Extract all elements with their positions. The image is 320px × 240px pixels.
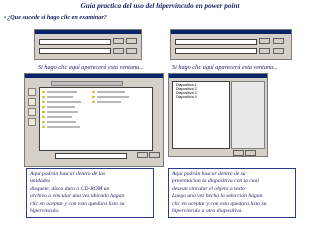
browse-button[interactable] <box>113 38 124 44</box>
folder-icon <box>42 111 45 113</box>
file-browser-dialog <box>24 73 164 167</box>
lookin-dropdown[interactable] <box>51 81 123 86</box>
slide-picker-dialog: Diapositiva 1 Diapositiva 2 Diapositiva … <box>168 73 268 157</box>
cancel-button[interactable] <box>126 48 137 54</box>
left-description-box: Aquí podrán buscar dentro de las unidade… <box>26 168 154 218</box>
description-line: clic en aceptar y con esto quedara listo… <box>30 200 125 207</box>
favorites-icon[interactable] <box>28 118 36 126</box>
folder-icon <box>42 101 45 103</box>
description-line: unidades <box>30 178 51 185</box>
description-line: Aquí podrán buscar dentro de las <box>30 171 106 177</box>
ok-button[interactable] <box>233 150 244 156</box>
bullet-icon: ▪ <box>4 14 7 21</box>
cancel-button[interactable] <box>245 150 256 156</box>
address-field[interactable] <box>39 39 111 45</box>
description-line: archivo a vincular una vez ubicado hagan <box>30 193 125 200</box>
slide-list[interactable]: Diapositiva 1 Diapositiva 2 Diapositiva … <box>172 81 230 149</box>
question-label: ¿Que sucede si hago clic en examinar? <box>7 14 107 21</box>
slide-preview <box>231 81 265 149</box>
history-icon[interactable] <box>28 88 36 96</box>
dialog-titlebar <box>169 74 267 78</box>
documents-icon[interactable] <box>28 98 36 106</box>
ok-button[interactable] <box>113 48 124 54</box>
dialog-titlebar <box>25 74 163 78</box>
folder-icon <box>42 106 45 108</box>
dialog-titlebar <box>35 30 141 34</box>
subaddress-field[interactable] <box>39 48 111 54</box>
right-description-box: Aquí podrán buscar dentro de su presenta… <box>168 168 296 218</box>
hyperlink-dialog-top-right <box>170 29 292 60</box>
desktop-icon[interactable] <box>28 108 36 116</box>
description-line: Luego una vez hecha la selección hagan <box>172 193 263 200</box>
file-list[interactable] <box>39 87 153 151</box>
folder-icon <box>42 126 45 128</box>
ok-button[interactable] <box>259 48 270 54</box>
folder-icon <box>42 116 45 118</box>
dialog-titlebar <box>171 30 291 34</box>
hyperlink-dialog-top-left <box>34 29 142 60</box>
question-text: ▪¿Que sucede si hago clic en examinar? <box>4 14 107 21</box>
folder-icon <box>92 101 95 103</box>
description-line: desean vincular el objeto o texto <box>172 185 245 192</box>
left-caption: Si hago clic aquí aparecerá esta ventana… <box>38 64 144 71</box>
page-title: Guía practica del uso del hipervínculo e… <box>80 2 240 10</box>
description-line: presentacion la diapositiva con la cual <box>172 178 259 185</box>
description-line: hipervinculo. <box>30 208 60 215</box>
filename-field[interactable] <box>55 153 127 159</box>
subaddress-field[interactable] <box>175 48 257 54</box>
folder-icon <box>92 96 95 98</box>
cancel-button[interactable] <box>273 48 284 54</box>
folder-icon <box>42 91 45 93</box>
ok-button[interactable] <box>137 152 148 158</box>
description-line: hipervinculo a otra diapositiva. <box>172 208 243 215</box>
cancel-button[interactable] <box>149 152 160 158</box>
right-caption: Si hago clic aquí aparecerá esta ventana… <box>172 64 278 71</box>
address-field[interactable] <box>175 39 257 45</box>
browse-button-2[interactable] <box>273 38 284 44</box>
list-item[interactable]: Diapositiva 4 <box>176 95 197 99</box>
description-line: clic en aceptar y con esto quedara listo… <box>172 200 267 207</box>
description-line: Aquí podrán buscar dentro de su <box>172 171 246 177</box>
browse-button-2[interactable] <box>126 38 137 44</box>
folder-icon <box>42 96 45 98</box>
browse-button[interactable] <box>259 38 270 44</box>
folder-icon <box>92 91 95 93</box>
description-line: disquete, disco duro o CD-ROM un <box>30 185 110 192</box>
folder-icon <box>42 121 45 123</box>
